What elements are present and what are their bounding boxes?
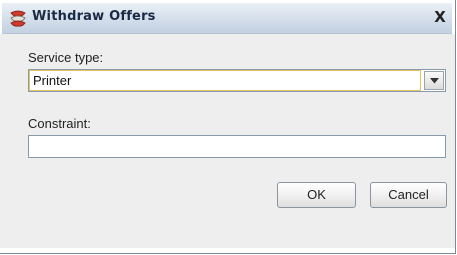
service-type-label: Service type: xyxy=(28,50,104,65)
ok-button[interactable]: OK xyxy=(277,182,356,208)
cancel-button[interactable]: Cancel xyxy=(370,182,447,208)
service-type-value[interactable]: Printer xyxy=(29,70,421,91)
dropdown-arrow-button[interactable] xyxy=(424,71,444,90)
constraint-input[interactable] xyxy=(28,135,446,158)
title-bar[interactable]: Withdraw Offers X xyxy=(2,3,452,34)
app-icon xyxy=(8,8,28,28)
dialog-window: Withdraw Offers X Service type: Printer … xyxy=(0,0,456,254)
constraint-label: Constraint: xyxy=(28,116,91,131)
chevron-down-icon xyxy=(429,78,439,84)
service-type-dropdown[interactable]: Printer xyxy=(28,69,446,92)
close-button[interactable]: X xyxy=(430,7,450,27)
window-title: Withdraw Offers xyxy=(32,9,156,24)
dialog-content: Service type: Printer Constraint: OK Can… xyxy=(0,34,455,248)
